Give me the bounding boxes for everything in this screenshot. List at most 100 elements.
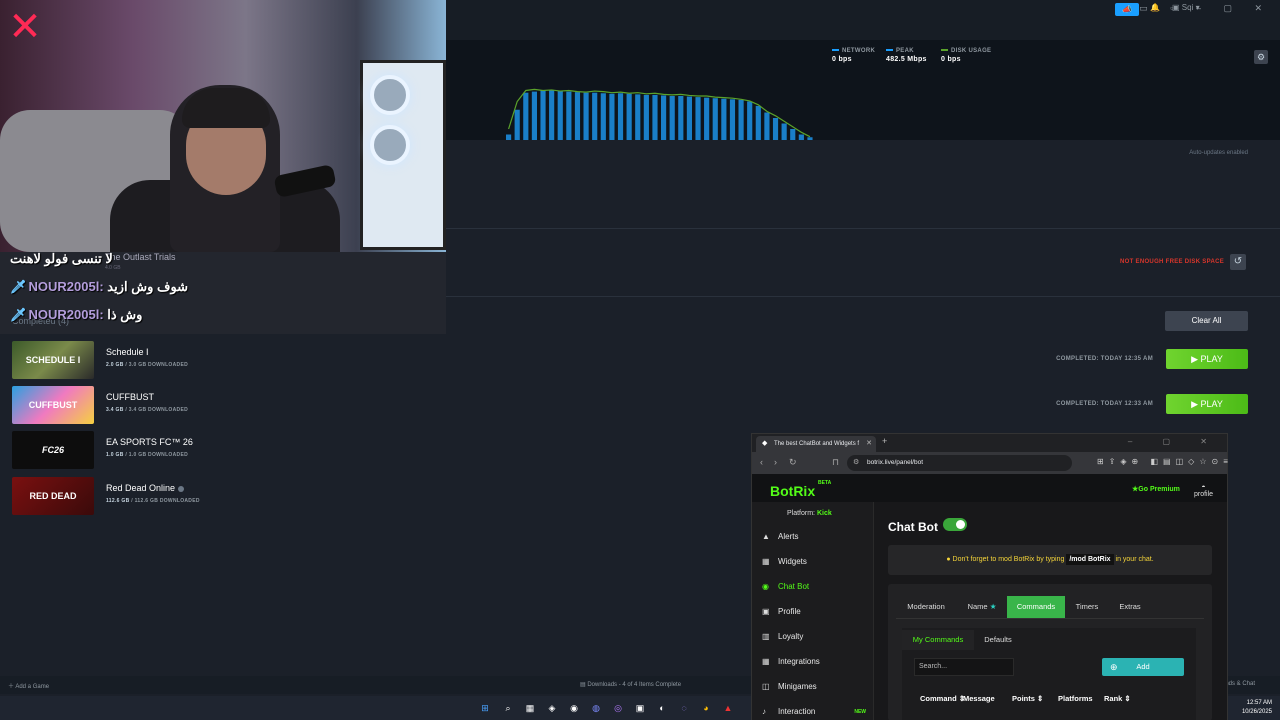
gear-icon[interactable]: ⚙ <box>1254 50 1268 64</box>
queued-game-name[interactable]: The Outlast Trials <box>105 252 176 262</box>
network-bar <box>574 92 581 140</box>
app-icon[interactable]: ◌ <box>677 701 691 715</box>
file-explorer-icon[interactable]: ▦ <box>523 701 537 715</box>
plus-icon: ⊕ <box>1110 662 1118 672</box>
downloads-status[interactable]: ▤ Downloads - 4 of 4 Items Complete <box>580 681 681 688</box>
gift-icon: ▥ <box>762 632 770 641</box>
gamepad-icon: ◫ <box>762 682 770 691</box>
network-bar <box>781 123 787 140</box>
app-icon[interactable]: ▣ <box>633 701 647 715</box>
game-name[interactable]: EA SPORTS FC™ 26 <box>106 437 193 447</box>
chatbot-toggle[interactable] <box>943 518 967 531</box>
app-icon[interactable]: ▲ <box>721 701 735 715</box>
network-bar <box>540 90 546 140</box>
game-name[interactable]: Schedule I <box>106 347 149 357</box>
add-game-button[interactable]: ＋ Add a Game <box>8 681 49 690</box>
start-icon[interactable]: ⊞ <box>478 701 492 715</box>
network-bar <box>755 105 761 140</box>
list-item[interactable]: SCHEDULE I Schedule I 2.0 GB / 3.0 GB DO… <box>12 341 1248 379</box>
network-bar <box>583 92 589 140</box>
site-info-icon[interactable]: ⚙ <box>853 455 859 471</box>
tab-timers[interactable]: Timers <box>1066 596 1108 618</box>
reload-icon[interactable]: ↻ <box>789 457 797 468</box>
network-bar <box>652 94 658 140</box>
interaction-icon: ♪ <box>762 707 766 716</box>
window-controls[interactable]: – ▢ ✕ <box>1128 437 1221 446</box>
taskbar-clock[interactable]: 12:57 AM 10/26/2025 <box>1242 699 1272 717</box>
address-bar[interactable]: ⚙ botrix.live/panel/bot <box>847 455 1072 471</box>
app-icon[interactable]: ◐ <box>655 701 669 715</box>
profile-link[interactable]: ◓ profile <box>1194 484 1213 498</box>
botrix-logo[interactable]: BotRix <box>770 483 815 499</box>
new-badge: NEW <box>854 709 866 715</box>
column-message[interactable]: Message <box>963 694 995 703</box>
sidebar-item-profile[interactable]: ▣ Profile <box>762 601 874 623</box>
steam-icon[interactable]: ◉ <box>567 701 581 715</box>
legend-network: NETWORK 0 bps <box>832 48 876 63</box>
discord-icon[interactable]: ◍ <box>589 701 603 715</box>
sidebar-item-integrations[interactable]: ▦ Integrations <box>762 651 874 673</box>
chrome-icon[interactable]: ◕ <box>699 701 713 715</box>
game-thumbnail[interactable]: FC26 <box>12 431 94 469</box>
info-icon[interactable] <box>178 485 185 492</box>
network-bar <box>617 93 624 140</box>
game-thumbnail[interactable]: RED DEAD <box>12 477 94 515</box>
legend-peak: PEAK 482.5 Mbps <box>886 48 927 63</box>
sidebar-item-minigames[interactable]: ◫ Minigames <box>762 676 874 698</box>
new-tab-button[interactable]: + <box>882 436 887 446</box>
botrix-header: BotRix BETA ★Go Premium ◓ profile <box>752 474 1227 502</box>
game-thumbnail[interactable]: SCHEDULE I <box>12 341 94 379</box>
column-platforms[interactable]: Platforms <box>1058 694 1093 703</box>
botrix-main: Chat Bot ● Don't forget to mod BotRix by… <box>874 502 1227 720</box>
integrations-icon: ▦ <box>762 657 770 666</box>
column-rank[interactable]: Rank ⇕ <box>1104 694 1131 703</box>
back-icon[interactable]: ‹ <box>760 457 763 467</box>
tab-extras[interactable]: Extras <box>1110 596 1150 618</box>
chat-message: 🗡 NOUR2005l: وش ذا <box>10 307 143 322</box>
game-name[interactable]: CUFFBUST <box>106 392 154 402</box>
play-button[interactable]: ▶ PLAY <box>1166 349 1248 369</box>
close-icon[interactable]: ✕ <box>866 436 872 452</box>
completed-status: COMPLETED: TODAY 12:33 AM <box>1056 401 1153 407</box>
clear-all-button[interactable]: Clear All <box>1165 311 1248 331</box>
sidebar-item-chat-bot[interactable]: ◉ Chat Bot <box>762 576 874 598</box>
auto-updates-status: Auto-updates enabled <box>1189 150 1248 156</box>
tab-moderation[interactable]: Moderation <box>896 596 956 618</box>
botrix-favicon-icon: ◆ <box>762 440 768 447</box>
list-item[interactable]: CUFFBUST CUFFBUST 3.4 GB / 3.4 GB DOWNLO… <box>12 386 1248 424</box>
play-button[interactable]: ▶ PLAY <box>1166 394 1248 414</box>
tab-commands[interactable]: Commands <box>1007 596 1065 618</box>
go-premium-link[interactable]: ★Go Premium <box>1132 485 1180 493</box>
column-command[interactable]: Command ⇕ <box>920 694 965 703</box>
tab-name[interactable]: Name ★ <box>958 596 1006 618</box>
game-download-size: 1.0 GB / 1.0 GB DOWNLOADED <box>106 452 188 458</box>
tab-my-commands[interactable]: My Commands <box>902 630 974 650</box>
network-bar <box>523 92 529 140</box>
bookmark-icon[interactable]: ⊓ <box>832 457 839 468</box>
column-points[interactable]: Points ⇕ <box>1012 694 1043 703</box>
game-thumbnail[interactable]: CUFFBUST <box>12 386 94 424</box>
sidebar-item-alerts[interactable]: ▲ Alerts <box>762 526 874 548</box>
browser-extensions[interactable]: ⊞⇪◈⊕ ◧▤◫◇☆⊙≡ <box>1097 457 1233 466</box>
tab-defaults[interactable]: Defaults <box>976 630 1020 650</box>
game-download-size: 112.6 GB / 112.6 GB DOWNLOADED <box>106 498 200 504</box>
mod-notice: ● Don't forget to mod BotRix by typing /… <box>888 545 1212 575</box>
restore-icon[interactable]: ↺ <box>1230 254 1246 270</box>
add-command-button[interactable]: ⊕ Add <box>1102 658 1184 676</box>
network-bar <box>729 99 736 140</box>
network-bar <box>566 91 572 140</box>
sidebar-item-widgets[interactable]: ▦ Widgets <box>762 551 874 573</box>
search-input[interactable]: Search... <box>914 658 1014 676</box>
search-icon[interactable]: ⌕ <box>501 701 515 715</box>
forward-icon[interactable]: › <box>774 457 777 467</box>
browser-tab[interactable]: ◆ The best ChatBot and Widgets f ✕ <box>756 436 876 452</box>
app-icon[interactable]: ◈ <box>545 701 559 715</box>
window-controls[interactable]: ▭ ▫ – ▢ ✕ <box>1139 3 1272 14</box>
browser-navbar: ‹ › ↻ ⊓ ⚙ botrix.live/panel/bot ⊞⇪◈⊕ ◧▤◫… <box>752 452 1228 474</box>
broadcast-button[interactable]: 📣 <box>1115 3 1139 16</box>
app-icon[interactable]: ◎ <box>611 701 625 715</box>
sidebar-item-loyalty[interactable]: ▥ Loyalty <box>762 626 874 648</box>
game-name[interactable]: Red Dead Online <box>106 483 185 493</box>
sidebar-item-interaction[interactable]: ♪ Interaction NEW <box>762 701 874 720</box>
network-bar <box>531 91 537 140</box>
